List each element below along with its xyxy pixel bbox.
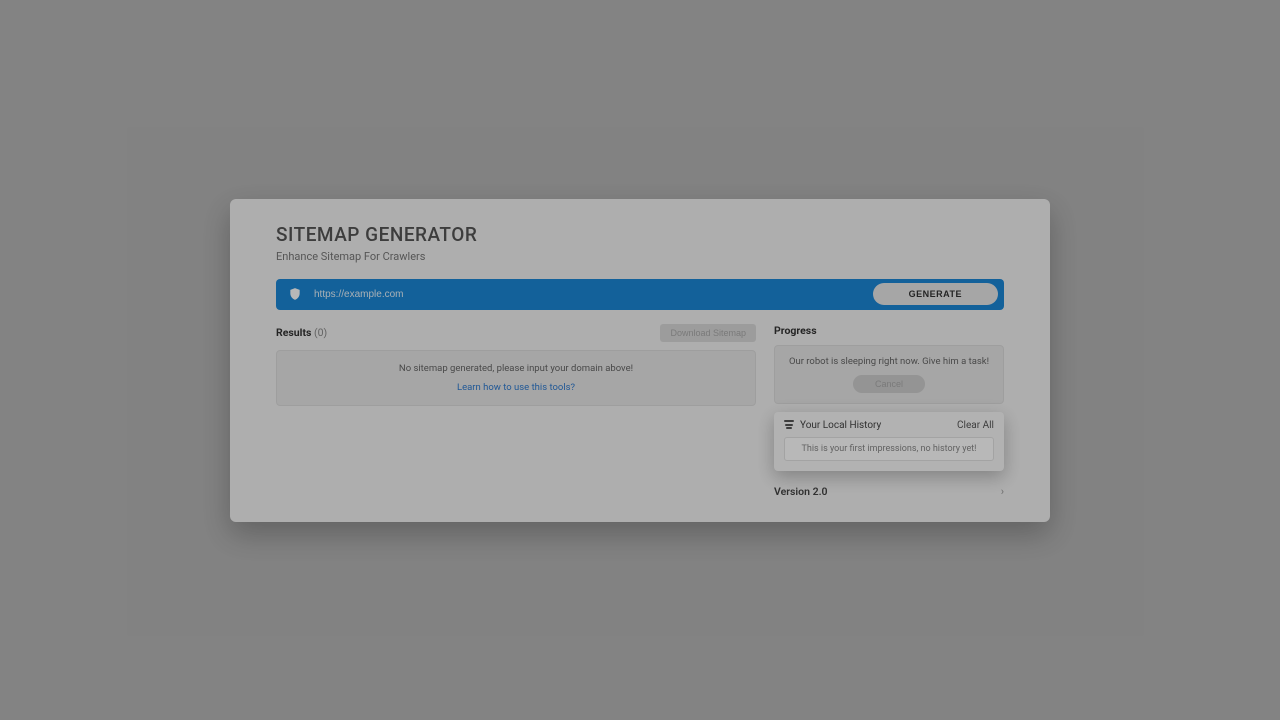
generate-button[interactable]: GENERATE	[873, 283, 998, 305]
progress-heading: Progress	[774, 324, 817, 337]
version-row[interactable]: Version 2.0 ›	[774, 485, 1004, 498]
history-empty-text: This is your first impressions, no histo…	[784, 437, 994, 461]
version-label: Version 2.0	[774, 485, 828, 498]
learn-link[interactable]: Learn how to use this tools?	[457, 382, 575, 393]
app-card: SITEMAP GENERATOR Enhance Sitemap For Cr…	[230, 199, 1050, 522]
results-heading: Results (0)	[276, 326, 327, 339]
history-panel: Your Local History Clear All This is you…	[774, 412, 1004, 471]
page-title: SITEMAP GENERATOR	[276, 223, 1004, 246]
history-icon	[784, 420, 794, 430]
download-sitemap-button[interactable]: Download Sitemap	[660, 324, 756, 342]
results-panel: No sitemap generated, please input your …	[276, 350, 756, 406]
shield-icon	[288, 286, 302, 302]
clear-all-button[interactable]: Clear All	[957, 420, 994, 431]
cancel-button[interactable]: Cancel	[853, 375, 925, 393]
page-subtitle: Enhance Sitemap For Crawlers	[276, 250, 1004, 263]
results-empty-text: No sitemap generated, please input your …	[287, 363, 745, 374]
history-title: Your Local History	[800, 420, 881, 431]
progress-idle-text: Our robot is sleeping right now. Give hi…	[785, 356, 993, 367]
progress-panel: Our robot is sleeping right now. Give hi…	[774, 345, 1004, 404]
chevron-right-icon: ›	[1001, 485, 1004, 498]
domain-input[interactable]	[302, 289, 873, 300]
url-bar: GENERATE	[276, 279, 1004, 310]
